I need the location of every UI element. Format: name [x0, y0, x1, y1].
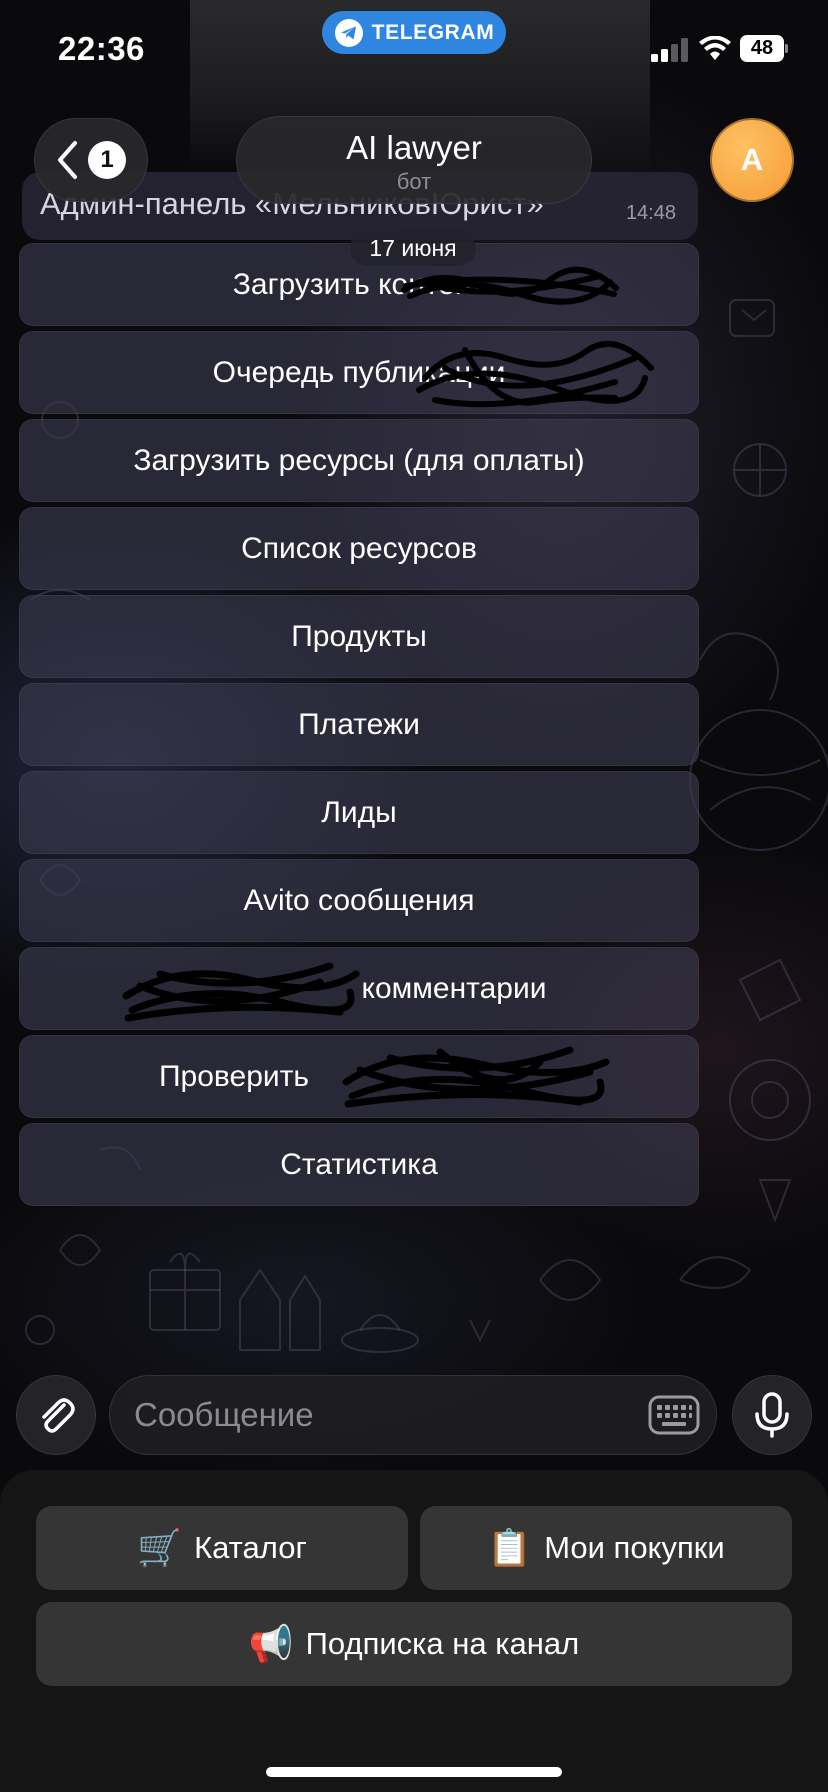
- inline-button-label: комментарии: [361, 971, 547, 1005]
- inline-button-check[interactable]: Проверить: [19, 1035, 699, 1118]
- reply-button-label: Подписка на канал: [305, 1626, 580, 1661]
- megaphone-icon: 📢: [248, 1623, 294, 1664]
- chat-title: AI lawyer: [346, 129, 482, 166]
- inline-button-statistics[interactable]: Статистика: [19, 1123, 699, 1206]
- microphone-icon: [755, 1392, 789, 1438]
- cart-icon: 🛒: [137, 1527, 183, 1568]
- reply-button-label: Мои покупки: [544, 1530, 725, 1565]
- chevron-left-icon: [58, 141, 77, 179]
- status-time: 22:36: [58, 30, 145, 67]
- inline-button-publish-queue[interactable]: Очередь публикации: [19, 331, 699, 414]
- return-to-telegram-pill[interactable]: TELEGRAM: [322, 11, 506, 54]
- inline-button-leads[interactable]: Лиды: [19, 771, 699, 854]
- inline-button-label: Загрузить контент: [232, 267, 486, 301]
- telegram-icon: [334, 18, 363, 47]
- clipboard-icon: 📋: [487, 1527, 533, 1568]
- inline-button-products[interactable]: Продукты: [19, 595, 699, 678]
- reply-keyboard: 🛒 Каталог 📋 Мои покупки 📢 Подписка на ка…: [0, 1470, 828, 1792]
- chat-subtitle: бот: [396, 169, 432, 194]
- inline-button-label: Список ресурсов: [241, 531, 477, 565]
- home-indicator[interactable]: [266, 1767, 562, 1777]
- inline-button-label: Загрузить ресурсы (для оплаты): [133, 443, 585, 477]
- inline-button-label: Avito сообщения: [243, 883, 475, 917]
- inline-button-label: Проверить: [158, 1059, 310, 1093]
- wifi-icon: [699, 36, 731, 60]
- reply-button-catalog[interactable]: 🛒 Каталог: [36, 1506, 408, 1590]
- bot-message-time: 14:48: [625, 202, 676, 224]
- redaction-scribble: [342, 1046, 610, 1108]
- inline-button-payments[interactable]: Платежи: [19, 683, 699, 766]
- paperclip-icon: [42, 1398, 75, 1433]
- inline-keyboard: Загрузить контент Очередь публикации Заг…: [19, 243, 699, 1211]
- battery-level: 48: [740, 35, 784, 62]
- inline-button-label: Очередь публикации: [212, 355, 506, 389]
- voice-record-button[interactable]: [732, 1375, 812, 1455]
- back-button[interactable]: 1: [34, 118, 148, 202]
- inline-button-label: Продукты: [291, 619, 427, 653]
- date-chip: 17 июня: [350, 230, 476, 266]
- battery-indicator: 48: [740, 35, 788, 62]
- message-input[interactable]: [109, 1375, 717, 1455]
- inline-button-upload-resources[interactable]: Загрузить ресурсы (для оплаты): [19, 419, 699, 502]
- inline-button-label: Лиды: [321, 795, 397, 829]
- inline-button-comments[interactable]: комментарии: [19, 947, 699, 1030]
- reply-button-label: Каталог: [194, 1530, 307, 1565]
- unread-badge: 1: [88, 141, 126, 179]
- inline-button-label: Статистика: [280, 1147, 438, 1181]
- inline-button-resource-list[interactable]: Список ресурсов: [19, 507, 699, 590]
- chat-header[interactable]: AI lawyer бот: [236, 116, 592, 204]
- status-bar: 22:36 TELEGRAM 48: [0, 0, 828, 100]
- reply-button-my-purchases[interactable]: 📋 Мои покупки: [420, 1506, 792, 1590]
- attach-button[interactable]: [16, 1375, 96, 1455]
- avatar[interactable]: A: [710, 118, 794, 202]
- inline-button-avito-messages[interactable]: Avito сообщения: [19, 859, 699, 942]
- source-app-label: TELEGRAM: [371, 20, 495, 44]
- cellular-signal-icon: [651, 38, 688, 62]
- inline-button-label: Платежи: [298, 707, 420, 741]
- battery-cap: [785, 44, 788, 53]
- redaction-scribble: [122, 962, 360, 1022]
- keyboard-icon[interactable]: [648, 1395, 700, 1435]
- reply-button-subscribe-channel[interactable]: 📢 Подписка на канал: [36, 1602, 792, 1686]
